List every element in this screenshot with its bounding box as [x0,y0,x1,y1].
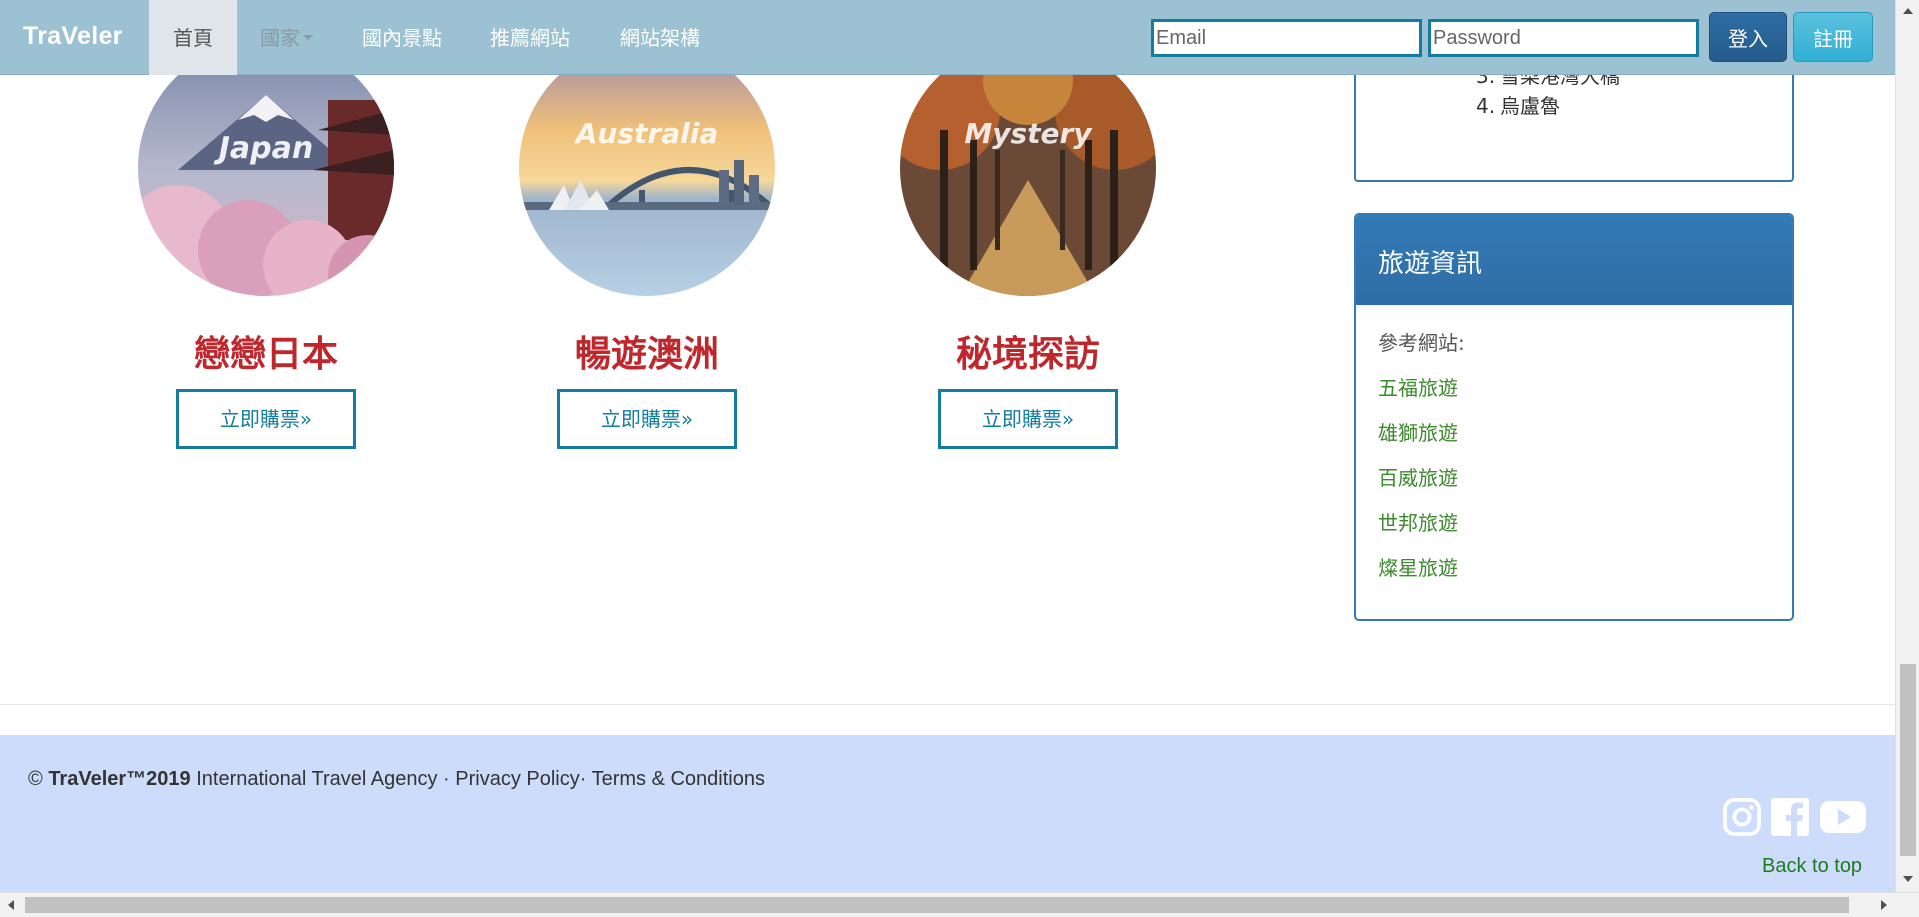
nav-recommended-sites[interactable]: 推薦網站 [490,0,570,75]
nav-countries-label: 國家 [260,26,300,50]
svg-text:Australia: Australia [574,117,718,150]
travel-info-panel: 旅遊資訊 參考網站: 五福旅遊 雄獅旅遊 百威旅遊 世邦旅遊 燦星旅遊 [1354,213,1794,621]
australia-image: Australia [519,40,775,296]
destination-card-australia: Australia 暢遊澳洲 立即購票» [519,40,775,449]
facebook-icon[interactable] [1770,797,1810,837]
youtube-icon[interactable] [1819,797,1867,837]
scroll-left-icon[interactable] [8,900,14,910]
destination-card-japan: Japan 戀戀日本 立即購票» [138,40,394,449]
nav-site-map[interactable]: 網站架構 [620,0,700,75]
mystery-image: Mystery [900,40,1156,296]
vertical-scrollbar[interactable] [1895,0,1919,892]
nav-home[interactable]: 首頁 [149,0,237,75]
horizontal-scrollbar[interactable] [0,892,1919,917]
navbar: TraVeler 首頁 國家 國內景點 推薦網站 網站架構 登入 註冊 [0,0,1895,75]
page-viewport: TraVeler 首頁 國家 國內景點 推薦網站 網站架構 登入 註冊 [0,0,1895,892]
horizontal-scroll-thumb[interactable] [25,897,1849,913]
reference-link[interactable]: 雄獅旅遊 [1378,417,1792,462]
reference-link[interactable]: 世邦旅遊 [1378,507,1792,552]
vertical-scroll-thumb[interactable] [1900,664,1916,856]
footer-copyright: © TraVeler™2019 International Travel Age… [28,768,765,790]
buy-ticket-button[interactable]: 立即購票» [176,389,356,449]
scroll-right-icon[interactable] [1881,900,1887,910]
destination-title: 戀戀日本 [193,333,338,375]
password-input[interactable] [1428,19,1699,57]
reference-link[interactable]: 五福旅遊 [1378,372,1792,417]
login-button[interactable]: 登入 [1709,12,1787,62]
brand-logo[interactable]: TraVeler [23,22,123,51]
chevron-down-icon [303,35,313,40]
reference-link[interactable]: 燦星旅遊 [1378,552,1792,597]
svg-text:Japan: Japan [214,131,313,166]
footer: © TraVeler™2019 International Travel Age… [0,735,1895,892]
back-to-top-link[interactable]: Back to top [1762,855,1862,878]
svg-text:Mystery: Mystery [964,117,1093,150]
scroll-down-icon[interactable] [1903,876,1913,882]
destination-title: 暢遊澳洲 [574,333,719,375]
buy-ticket-button[interactable]: 立即購票» [557,389,737,449]
destination-card-mystery: Mystery 秘境探訪 立即購票» [900,40,1156,449]
scroll-up-icon[interactable] [1903,8,1913,14]
travel-info-title: 旅遊資訊 [1356,215,1792,305]
destination-title: 秘境探訪 [955,333,1100,375]
divider [0,704,1895,705]
japan-image: Japan [138,40,394,296]
reference-sites-label: 參考網站: [1378,331,1465,355]
reference-link[interactable]: 百威旅遊 [1378,462,1792,507]
register-button[interactable]: 註冊 [1793,12,1873,62]
email-input[interactable] [1151,19,1422,57]
instagram-icon[interactable] [1723,797,1761,837]
nav-domestic-spots[interactable]: 國內景點 [362,0,442,75]
list-item: 4. 烏盧魯 [1476,94,1560,118]
buy-ticket-button[interactable]: 立即購票» [938,389,1118,449]
nav-countries-dropdown[interactable]: 國家 [260,0,313,75]
